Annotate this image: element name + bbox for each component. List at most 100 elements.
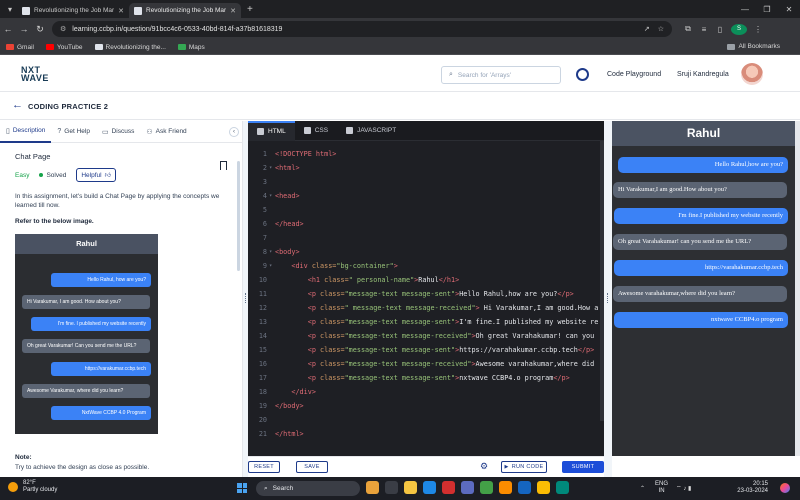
- extensions-icon[interactable]: ⧉: [680, 24, 696, 34]
- avatar[interactable]: [741, 63, 763, 85]
- code-line[interactable]: 8 ▾ <body>: [248, 245, 604, 259]
- code-line[interactable]: 16 <p class="message-text message-receiv…: [248, 357, 604, 371]
- edge-icon[interactable]: [423, 481, 436, 494]
- code-line[interactable]: 7: [248, 231, 604, 245]
- task-view-icon[interactable]: [385, 481, 398, 494]
- forward-icon[interactable]: →: [16, 24, 32, 34]
- code-line[interactable]: 18 </div>: [248, 385, 604, 399]
- clock[interactable]: 20:15 23-03-2024: [728, 481, 768, 495]
- code-line[interactable]: 13 <p class="message-text message-sent">…: [248, 315, 604, 329]
- code-token: class=: [320, 346, 345, 354]
- code-line[interactable]: 20: [248, 413, 604, 427]
- code-token: </p>: [577, 346, 595, 354]
- code-line[interactable]: 12 <p class=" message-text message-recei…: [248, 301, 604, 315]
- code-line[interactable]: 1 <!DOCTYPE html>: [248, 147, 604, 161]
- tab-javascript[interactable]: JAVASCRIPT: [337, 121, 405, 141]
- reset-button[interactable]: RESET: [248, 461, 280, 473]
- code-line[interactable]: 21 </html>: [248, 427, 604, 441]
- user-name[interactable]: Sruji Kandregula: [677, 71, 729, 78]
- code-token: class=: [320, 318, 345, 326]
- description-scrollbar[interactable]: [237, 161, 240, 271]
- share-icon[interactable]: ↗: [644, 25, 650, 33]
- code-line[interactable]: 5: [248, 203, 604, 217]
- bookmark-revolutionizing[interactable]: Revolutionizing the...: [94, 44, 166, 51]
- panel-resize-handle[interactable]: [604, 121, 612, 477]
- run-code-button[interactable]: ▶ RUN CODE: [501, 461, 547, 473]
- tab-css[interactable]: CSS: [295, 121, 337, 141]
- code-line[interactable]: 17 <p class="message-text message-sent">…: [248, 371, 604, 385]
- code-playground-link[interactable]: Code Playground: [607, 71, 661, 78]
- code-line[interactable]: 14 <p class="message-text message-receiv…: [248, 329, 604, 343]
- save-button[interactable]: SAVE: [296, 461, 328, 473]
- streak-icon[interactable]: [576, 68, 589, 81]
- tab-discuss[interactable]: ▭ Discuss: [96, 121, 140, 143]
- code-line[interactable]: 19 </body>: [248, 399, 604, 413]
- media-icon[interactable]: ≡: [696, 25, 712, 34]
- reload-icon[interactable]: ↻: [32, 24, 48, 35]
- word-icon[interactable]: [518, 481, 531, 494]
- widgets-app-icon[interactable]: [366, 481, 379, 494]
- close-tab-icon[interactable]: ✕: [118, 7, 124, 15]
- site-info-icon[interactable]: ⚙: [60, 25, 66, 33]
- tray-chevron-icon[interactable]: ⌃: [640, 485, 645, 492]
- app-icon[interactable]: [556, 481, 569, 494]
- menu-dots-icon[interactable]: ⋮: [750, 25, 766, 34]
- code-line[interactable]: 15 <p class="message-text message-sent">…: [248, 343, 604, 357]
- file-explorer-icon[interactable]: [404, 481, 417, 494]
- app-icon[interactable]: [499, 481, 512, 494]
- collapse-panel-icon[interactable]: ‹: [229, 127, 239, 137]
- helpful-button[interactable]: Helpful 👍︎: [76, 168, 116, 182]
- browser-tab[interactable]: Revolutionizing the Job Market ✕: [17, 3, 129, 18]
- close-window-icon[interactable]: ✕: [778, 5, 800, 14]
- language-indicator[interactable]: ENG IN: [655, 481, 668, 495]
- side-panel-icon[interactable]: ▯: [712, 25, 728, 34]
- profile-avatar[interactable]: S: [731, 23, 747, 35]
- mcafee-icon[interactable]: [442, 481, 455, 494]
- copilot-icon[interactable]: [780, 483, 790, 493]
- weather-widget[interactable]: 82°F Partly cloudy: [8, 480, 57, 494]
- code-text-area[interactable]: 1 <!DOCTYPE html> 2 ▾ <html> 3 4 ▾ <head> 5 6 </hea…: [248, 141, 604, 456]
- tab-ask-friend[interactable]: ⚇ Ask Friend: [140, 121, 192, 143]
- back-icon[interactable]: ←: [0, 24, 16, 34]
- bookmark-star-icon[interactable]: ☆: [658, 25, 664, 33]
- code-line[interactable]: 3: [248, 175, 604, 189]
- tab-get-help[interactable]: ? Get Help: [51, 121, 96, 143]
- minimize-icon[interactable]: —: [734, 5, 756, 14]
- bookmark-gmail[interactable]: Gmail: [6, 44, 34, 51]
- fold-chevron-icon[interactable]: ▾: [269, 245, 274, 259]
- code-line[interactable]: 6 </head>: [248, 217, 604, 231]
- code-line[interactable]: 11 <p class="message-text message-sent">…: [248, 287, 604, 301]
- bookmark-youtube[interactable]: YouTube: [45, 44, 83, 51]
- fold-chevron-icon[interactable]: ▾: [269, 189, 274, 203]
- back-arrow-icon[interactable]: ←: [12, 99, 23, 111]
- windows-start-icon[interactable]: [237, 483, 247, 493]
- all-bookmarks[interactable]: All Bookmarks: [727, 43, 780, 50]
- code-line[interactable]: 4 ▾ <head>: [248, 189, 604, 203]
- browser-tab-active[interactable]: Revolutionizing the Job Market ✕: [129, 3, 241, 18]
- output-scrollbar[interactable]: [795, 121, 800, 456]
- gear-icon[interactable]: ⚙: [480, 461, 488, 472]
- fold-chevron-icon[interactable]: ▾: [269, 259, 274, 273]
- maximize-icon[interactable]: ❐: [756, 5, 778, 14]
- code-line[interactable]: 2 ▾ <html>: [248, 161, 604, 175]
- close-tab-icon[interactable]: ✕: [230, 7, 236, 15]
- code-line[interactable]: 10 <h1 class=" personal-name">Rahul</h1>: [248, 273, 604, 287]
- bookmark-icon[interactable]: [220, 161, 227, 170]
- wifi-volume-battery-icon[interactable]: ⌔ ♪ ▮: [676, 484, 691, 492]
- tab-description[interactable]: ▯ Description: [0, 121, 52, 143]
- chrome-icon[interactable]: [537, 481, 550, 494]
- submit-button[interactable]: SUBMIT: [562, 461, 604, 473]
- new-tab-icon[interactable]: +: [247, 4, 253, 15]
- tab-html[interactable]: HTML: [248, 121, 295, 141]
- bookmark-maps[interactable]: Maps: [177, 44, 205, 51]
- taskbar-search[interactable]: ⌕ Search: [256, 481, 360, 496]
- store-icon[interactable]: [461, 481, 474, 494]
- tab-search-icon[interactable]: ▾: [3, 2, 17, 16]
- nxtwave-logo[interactable]: NXT WAVE: [21, 66, 49, 83]
- fold-chevron-icon[interactable]: ▾: [269, 161, 274, 175]
- excel-icon[interactable]: [480, 481, 493, 494]
- url-omnibox[interactable]: ⚙ learning.ccbp.in/question/91bcc4c6-053…: [52, 21, 672, 37]
- search-input[interactable]: ⌕ Search for 'Arrays': [441, 66, 561, 84]
- line-number: 3: [262, 178, 267, 186]
- code-line[interactable]: 9 ▾ <div class="bg-container">: [248, 259, 604, 273]
